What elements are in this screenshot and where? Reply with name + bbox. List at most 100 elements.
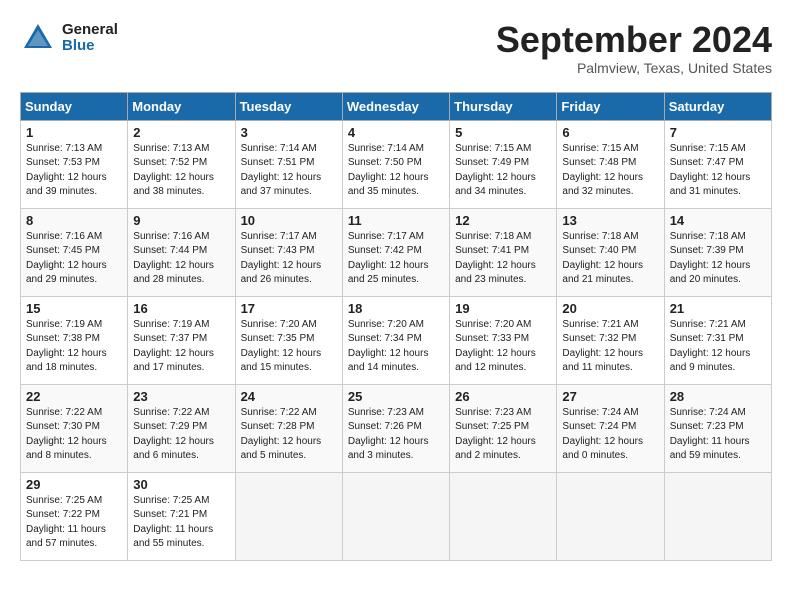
calendar-week-row: 8 Sunrise: 7:16 AMSunset: 7:45 PMDaylight… xyxy=(21,208,772,296)
logo-icon xyxy=(20,20,56,56)
day-info: Sunrise: 7:24 AMSunset: 7:24 PMDaylight:… xyxy=(562,407,643,462)
day-number: 2 xyxy=(133,125,229,140)
day-number: 21 xyxy=(670,301,766,316)
day-number: 30 xyxy=(133,477,229,492)
calendar-cell: 16 Sunrise: 7:19 AMSunset: 7:37 PMDayligh… xyxy=(128,296,235,384)
calendar-cell: 2 Sunrise: 7:13 AMSunset: 7:52 PMDaylight… xyxy=(128,120,235,208)
logo-text: General Blue xyxy=(62,22,118,55)
weekday-header-wednesday: Wednesday xyxy=(342,92,449,120)
day-info: Sunrise: 7:15 AMSunset: 7:49 PMDaylight:… xyxy=(455,143,536,198)
day-info: Sunrise: 7:20 AMSunset: 7:33 PMDaylight:… xyxy=(455,319,536,374)
calendar-cell: 24Sunrise: 7:22 AMSunset: 7:28 PMDayligh… xyxy=(235,384,342,472)
calendar-week-row: 1 Sunrise: 7:13 AMSunset: 7:53 PMDaylight… xyxy=(21,120,772,208)
day-number: 14 xyxy=(670,213,766,228)
day-number: 27 xyxy=(562,389,658,404)
calendar-cell xyxy=(450,472,557,560)
calendar-cell: 5 Sunrise: 7:15 AMSunset: 7:49 PMDaylight… xyxy=(450,120,557,208)
logo-general: General xyxy=(62,22,118,39)
calendar-cell: 25Sunrise: 7:23 AMSunset: 7:26 PMDayligh… xyxy=(342,384,449,472)
calendar-cell xyxy=(342,472,449,560)
calendar-cell: 7Sunrise: 7:15 AMSunset: 7:47 PMDaylight… xyxy=(664,120,771,208)
day-info: Sunrise: 7:14 AMSunset: 7:50 PMDaylight:… xyxy=(348,143,429,198)
day-info: Sunrise: 7:14 AMSunset: 7:51 PMDaylight:… xyxy=(241,143,322,198)
day-info: Sunrise: 7:25 AMSunset: 7:21 PMDaylight:… xyxy=(133,495,213,550)
calendar-cell: 3 Sunrise: 7:14 AMSunset: 7:51 PMDaylight… xyxy=(235,120,342,208)
calendar-cell: 17 Sunrise: 7:20 AMSunset: 7:35 PMDayligh… xyxy=(235,296,342,384)
day-info: Sunrise: 7:16 AMSunset: 7:45 PMDaylight:… xyxy=(26,231,107,286)
day-info: Sunrise: 7:16 AMSunset: 7:44 PMDaylight:… xyxy=(133,231,214,286)
calendar-cell: 1 Sunrise: 7:13 AMSunset: 7:53 PMDaylight… xyxy=(21,120,128,208)
calendar-cell: 27 Sunrise: 7:24 AMSunset: 7:24 PMDayligh… xyxy=(557,384,664,472)
day-info: Sunrise: 7:20 AMSunset: 7:35 PMDaylight:… xyxy=(241,319,322,374)
day-number: 25 xyxy=(348,389,444,404)
calendar-cell: 14 Sunrise: 7:18 AMSunset: 7:39 PMDayligh… xyxy=(664,208,771,296)
day-info: Sunrise: 7:13 AMSunset: 7:53 PMDaylight:… xyxy=(26,143,107,198)
calendar-week-row: 15Sunrise: 7:19 AMSunset: 7:38 PMDayligh… xyxy=(21,296,772,384)
calendar-cell: 15Sunrise: 7:19 AMSunset: 7:38 PMDayligh… xyxy=(21,296,128,384)
weekday-header-monday: Monday xyxy=(128,92,235,120)
day-info: Sunrise: 7:23 AMSunset: 7:25 PMDaylight:… xyxy=(455,407,536,462)
calendar-cell: 11Sunrise: 7:17 AMSunset: 7:42 PMDayligh… xyxy=(342,208,449,296)
day-number: 9 xyxy=(133,213,229,228)
location: Palmview, Texas, United States xyxy=(496,60,772,76)
calendar-cell: 20 Sunrise: 7:21 AMSunset: 7:32 PMDayligh… xyxy=(557,296,664,384)
weekday-header-row: SundayMondayTuesdayWednesdayThursdayFrid… xyxy=(21,92,772,120)
weekday-header-saturday: Saturday xyxy=(664,92,771,120)
day-number: 18 xyxy=(348,301,444,316)
day-number: 29 xyxy=(26,477,122,492)
calendar-cell: 18 Sunrise: 7:20 AMSunset: 7:34 PMDayligh… xyxy=(342,296,449,384)
calendar-cell: 4Sunrise: 7:14 AMSunset: 7:50 PMDaylight… xyxy=(342,120,449,208)
day-info: Sunrise: 7:20 AMSunset: 7:34 PMDaylight:… xyxy=(348,319,429,374)
day-info: Sunrise: 7:25 AMSunset: 7:22 PMDaylight:… xyxy=(26,495,106,550)
calendar-cell: 10Sunrise: 7:17 AMSunset: 7:43 PMDayligh… xyxy=(235,208,342,296)
day-number: 8 xyxy=(26,213,122,228)
calendar-week-row: 22 Sunrise: 7:22 AMSunset: 7:30 PMDayligh… xyxy=(21,384,772,472)
day-info: Sunrise: 7:21 AMSunset: 7:31 PMDaylight:… xyxy=(670,319,751,374)
page-header: General Blue September 2024 Palmview, Te… xyxy=(20,20,772,76)
calendar-week-row: 29 Sunrise: 7:25 AMSunset: 7:22 PMDayligh… xyxy=(21,472,772,560)
logo-blue: Blue xyxy=(62,38,118,55)
day-number: 16 xyxy=(133,301,229,316)
calendar-table: SundayMondayTuesdayWednesdayThursdayFrid… xyxy=(20,92,772,561)
day-number: 3 xyxy=(241,125,337,140)
day-info: Sunrise: 7:18 AMSunset: 7:41 PMDaylight:… xyxy=(455,231,536,286)
day-number: 19 xyxy=(455,301,551,316)
day-info: Sunrise: 7:24 AMSunset: 7:23 PMDaylight:… xyxy=(670,407,750,462)
day-number: 5 xyxy=(455,125,551,140)
day-info: Sunrise: 7:13 AMSunset: 7:52 PMDaylight:… xyxy=(133,143,214,198)
day-info: Sunrise: 7:17 AMSunset: 7:42 PMDaylight:… xyxy=(348,231,429,286)
day-info: Sunrise: 7:15 AMSunset: 7:47 PMDaylight:… xyxy=(670,143,751,198)
calendar-cell xyxy=(235,472,342,560)
day-number: 10 xyxy=(241,213,337,228)
day-info: Sunrise: 7:19 AMSunset: 7:37 PMDaylight:… xyxy=(133,319,214,374)
calendar-cell: 30 Sunrise: 7:25 AMSunset: 7:21 PMDayligh… xyxy=(128,472,235,560)
calendar-cell: 29 Sunrise: 7:25 AMSunset: 7:22 PMDayligh… xyxy=(21,472,128,560)
day-number: 24 xyxy=(241,389,337,404)
day-info: Sunrise: 7:15 AMSunset: 7:48 PMDaylight:… xyxy=(562,143,643,198)
logo: General Blue xyxy=(20,20,118,56)
calendar-cell: 19 Sunrise: 7:20 AMSunset: 7:33 PMDayligh… xyxy=(450,296,557,384)
day-info: Sunrise: 7:22 AMSunset: 7:29 PMDaylight:… xyxy=(133,407,214,462)
day-number: 6 xyxy=(562,125,658,140)
weekday-header-sunday: Sunday xyxy=(21,92,128,120)
day-info: Sunrise: 7:18 AMSunset: 7:39 PMDaylight:… xyxy=(670,231,751,286)
weekday-header-thursday: Thursday xyxy=(450,92,557,120)
day-number: 1 xyxy=(26,125,122,140)
day-number: 22 xyxy=(26,389,122,404)
day-info: Sunrise: 7:22 AMSunset: 7:30 PMDaylight:… xyxy=(26,407,107,462)
day-info: Sunrise: 7:21 AMSunset: 7:32 PMDaylight:… xyxy=(562,319,643,374)
day-number: 26 xyxy=(455,389,551,404)
calendar-cell xyxy=(664,472,771,560)
calendar-cell: 21 Sunrise: 7:21 AMSunset: 7:31 PMDayligh… xyxy=(664,296,771,384)
calendar-cell: 12 Sunrise: 7:18 AMSunset: 7:41 PMDayligh… xyxy=(450,208,557,296)
day-info: Sunrise: 7:18 AMSunset: 7:40 PMDaylight:… xyxy=(562,231,643,286)
weekday-header-friday: Friday xyxy=(557,92,664,120)
title-block: September 2024 Palmview, Texas, United S… xyxy=(496,20,772,76)
day-number: 20 xyxy=(562,301,658,316)
month-title: September 2024 xyxy=(496,20,772,60)
day-number: 13 xyxy=(562,213,658,228)
calendar-cell: 28Sunrise: 7:24 AMSunset: 7:23 PMDayligh… xyxy=(664,384,771,472)
day-number: 17 xyxy=(241,301,337,316)
calendar-cell: 9 Sunrise: 7:16 AMSunset: 7:44 PMDaylight… xyxy=(128,208,235,296)
day-number: 12 xyxy=(455,213,551,228)
